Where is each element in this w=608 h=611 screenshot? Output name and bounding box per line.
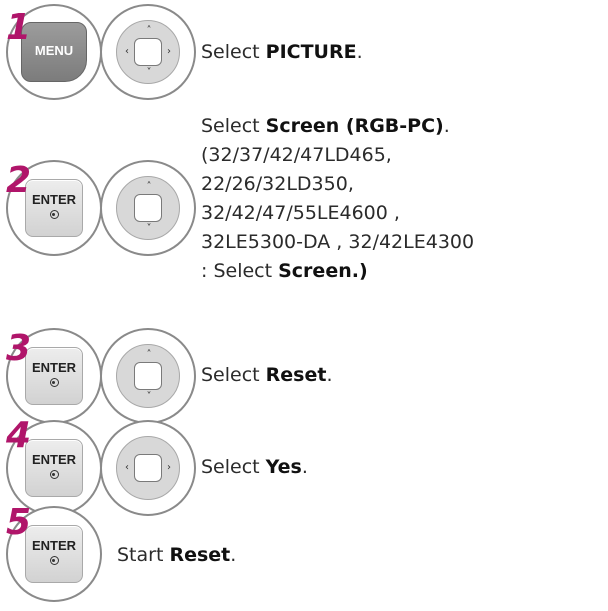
model-note-line: 22/26/32LD350, [201, 173, 354, 195]
circle-dot-icon [49, 378, 59, 387]
step-instruction: Select Reset. [201, 364, 333, 386]
step-instruction: Select Yes. [201, 456, 308, 478]
dpad-center[interactable] [134, 454, 162, 482]
enter-key[interactable]: ENTER [25, 439, 83, 497]
step-instruction: Select Screen (RGB-PC). (32/37/42/47LD46… [201, 115, 475, 282]
dpad[interactable]: ˄ ˅ ‹ › [116, 20, 180, 84]
step-highlight: PICTURE [265, 41, 357, 63]
dpad[interactable]: ‹ › [116, 436, 180, 500]
chevron-up-icon: ˄ [146, 25, 152, 36]
step-instruction: Start Reset. [117, 544, 237, 566]
navigation-button[interactable]: ˄ ˅ [100, 160, 196, 256]
step-highlight: Reset [265, 364, 327, 386]
step-number: 3 [6, 328, 32, 369]
enter-key[interactable]: ENTER [25, 525, 83, 583]
circle-dot-icon [49, 470, 59, 479]
enter-key-label: ENTER [31, 538, 77, 553]
dpad[interactable]: ˄ ˅ [116, 344, 180, 408]
step-instruction: Select PICTURE. [201, 41, 363, 63]
enter-key-label: ENTER [31, 192, 77, 207]
navigation-button[interactable]: ˄ ˅ ‹ › [100, 4, 196, 100]
step-number: 1 [6, 7, 32, 48]
navigation-button[interactable]: ‹ › [100, 420, 196, 516]
enter-key-label: ENTER [31, 452, 77, 467]
chevron-down-icon: ˅ [146, 223, 152, 234]
chevron-left-icon: ‹ [125, 462, 129, 473]
model-note-line: 32/42/47/55LE4600 , [201, 202, 400, 224]
model-note-line: (32/37/42/47LD465, [201, 144, 392, 166]
step-number: 4 [6, 415, 32, 456]
step-number: 5 [6, 502, 32, 543]
dpad-center[interactable] [134, 362, 162, 390]
model-note-line: 32LE5300-DA , 32/42LE4300 [201, 231, 475, 253]
chevron-down-icon: ˅ [146, 67, 152, 78]
enter-key[interactable]: ENTER [25, 179, 83, 237]
step-highlight: Reset [169, 544, 231, 566]
chevron-down-icon: ˅ [146, 391, 152, 402]
menu-key-label: MENU [34, 43, 74, 58]
dpad-center[interactable] [134, 38, 162, 66]
chevron-up-icon: ˄ [146, 349, 152, 360]
step-highlight: Screen.) [278, 260, 368, 282]
dpad-center[interactable] [134, 194, 162, 222]
step-highlight: Screen (RGB-PC) [265, 115, 444, 137]
step-highlight: Yes [265, 456, 302, 478]
chevron-left-icon: ‹ [125, 46, 129, 57]
chevron-up-icon: ˄ [146, 181, 152, 192]
dpad[interactable]: ˄ ˅ [116, 176, 180, 240]
navigation-button[interactable]: ˄ ˅ [100, 328, 196, 424]
enter-key[interactable]: ENTER [25, 347, 83, 405]
circle-dot-icon [49, 210, 59, 219]
enter-key-label: ENTER [31, 360, 77, 375]
chevron-right-icon: › [167, 462, 171, 473]
step-number: 2 [6, 160, 32, 201]
chevron-right-icon: › [167, 46, 171, 57]
circle-dot-icon [49, 556, 59, 565]
